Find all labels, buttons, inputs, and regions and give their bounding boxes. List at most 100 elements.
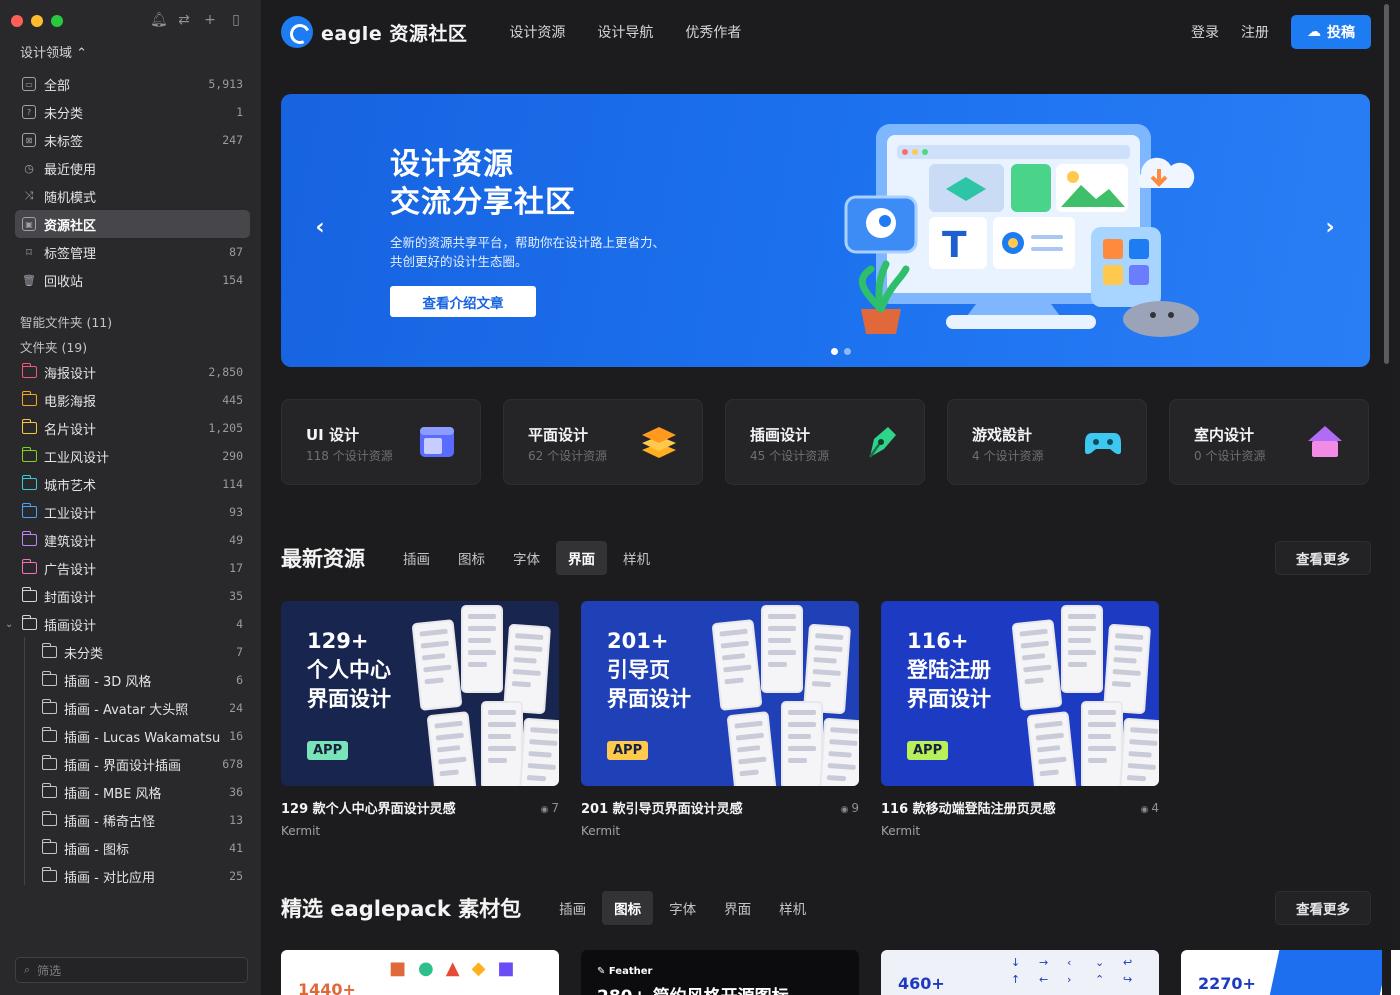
card-author[interactable]: Kermit <box>281 824 559 838</box>
card-title[interactable]: 129 款个人中心界面设计灵感 <box>281 798 456 817</box>
folder-count: 290 <box>222 449 243 463</box>
close-window-button[interactable] <box>11 15 23 27</box>
tab-0[interactable]: 插画 <box>391 541 442 575</box>
nav-design-resources[interactable]: 设计资源 <box>509 22 565 42</box>
folder-item[interactable]: 封面设计 35 <box>15 582 250 610</box>
nav-top-authors[interactable]: 优秀作者 <box>685 22 741 42</box>
tab-4[interactable]: 样机 <box>611 541 662 575</box>
resource-card[interactable]: 116+ 登陆注册 界面设计 APP 116 款移动端登陆注册页灵感 ◉ 4 Kermit <box>881 601 1159 838</box>
subfolder-item[interactable]: 插画 - 3D 风格 6 <box>35 666 250 694</box>
read-intro-button[interactable]: 查看介绍文章 <box>390 286 536 317</box>
tab-2[interactable]: 字体 <box>657 891 708 925</box>
slide-dot-2[interactable] <box>844 348 851 355</box>
folder-item[interactable]: 城市艺术 114 <box>15 470 250 498</box>
tab-3[interactable]: 界面 <box>556 541 607 575</box>
pack-card[interactable]: 460+ ↓ → ‹ ⌄ ↩ ↑ ← › ⌃ ↪ <box>881 950 1159 995</box>
subfolder-item[interactable]: 插画 - 界面设计插画 678 <box>35 750 250 778</box>
add-icon[interactable]: + <box>202 12 218 28</box>
resource-thumbnail[interactable]: 116+ 登陆注册 界面设计 APP <box>881 601 1159 786</box>
folder-item[interactable]: 名片设计 1,205 <box>15 414 250 442</box>
app-badge: APP <box>607 741 649 760</box>
folder-count: 445 <box>222 393 243 407</box>
subfolder-item[interactable]: 插画 - 对比应用 25 <box>35 862 250 890</box>
resource-card[interactable]: 201+ 引导页 界面设计 APP 201 款引导页界面设计灵感 ◉ 9 Kermit <box>581 601 859 838</box>
card-author[interactable]: Kermit <box>881 824 1159 838</box>
subfolder-item[interactable]: 插画 - MBE 风格 36 <box>35 778 250 806</box>
sidebar-item-label: 最近使用 <box>44 162 97 178</box>
login-link[interactable]: 登录 <box>1191 22 1219 42</box>
resource-card[interactable]: 129+ 个人中心 界面设计 APP 129 款个人中心界面设计灵感 ◉ 7 Kermit <box>281 601 559 838</box>
banner-title-line: 设计资源 <box>390 147 514 182</box>
prev-slide-icon[interactable]: ‹ <box>308 215 332 240</box>
folder-item[interactable]: 工业设计 93 <box>15 498 250 526</box>
tab-0[interactable]: 插画 <box>547 891 598 925</box>
card-author[interactable]: Kermit <box>581 824 859 838</box>
register-link[interactable]: 注册 <box>1241 22 1269 42</box>
expand-chevron-icon[interactable]: ⌄ <box>5 619 13 630</box>
subfolder-item[interactable]: 插画 - 稀奇古怪 13 <box>35 806 250 834</box>
tab-1[interactable]: 图标 <box>446 541 497 575</box>
category-name: 插画设计 <box>750 426 811 444</box>
subfolder-item[interactable]: 插画 - Lucas Wakamatsu 16 <box>35 722 250 750</box>
tab-4[interactable]: 样机 <box>767 891 818 925</box>
folder-item[interactable]: 电影海报 445 <box>15 386 250 414</box>
tab-1[interactable]: 图标 <box>602 891 654 925</box>
next-slide-icon[interactable]: › <box>1318 215 1342 240</box>
pack-card[interactable]: ✎ Feather 280+ 简约风格开源图标 <box>581 950 859 995</box>
folder-item[interactable]: 工业风设计 290 <box>15 442 250 470</box>
subfolder-item[interactable]: 插画 - 图标 41 <box>35 834 250 862</box>
sidebar-toggle-icon[interactable]: ▯ <box>228 12 244 28</box>
category-interior-design[interactable]: 室内设计 0 个设计资源 <box>1169 399 1369 485</box>
submit-button[interactable]: ☁︎ 投稿 <box>1291 15 1371 49</box>
nav-design-navigation[interactable]: 设计导航 <box>597 22 653 42</box>
brand-name[interactable]: eagle 资源社区 <box>321 19 467 46</box>
filter-lines-icon[interactable]: ⇄ <box>176 12 192 28</box>
folder-item[interactable]: 广告设计 17 <box>15 554 250 582</box>
folder-item[interactable]: 海报设计 2,850 <box>15 358 250 386</box>
sidebar-item-uncategorized[interactable]: ? 未分类 1 <box>15 98 250 126</box>
folder-count: 678 <box>222 757 243 771</box>
folder-count: 93 <box>229 505 243 519</box>
sidebar-item-untagged[interactable]: ⊠ 未标签 247 <box>15 126 250 154</box>
sidebar-item-random[interactable]: ⤨ 随机模式 <box>15 182 250 210</box>
folders-heading[interactable]: 文件夹 (19) <box>20 337 87 356</box>
subfolder-item[interactable]: 插画 - Avatar 大头照 24 <box>35 694 250 722</box>
category-ui-design[interactable]: UI 设计 118 个设计资源 <box>281 399 481 485</box>
resource-thumbnail[interactable]: 201+ 引导页 界面设计 APP <box>581 601 859 786</box>
view-more-button[interactable]: 查看更多 <box>1275 541 1371 575</box>
card-title[interactable]: 116 款移动端登陆注册页灵感 <box>881 798 1056 817</box>
domain-selector[interactable]: 设计领域 ⌃ <box>20 42 87 61</box>
banner-desc-line: 共创更好的设计生态圈。 <box>390 254 528 269</box>
pack-card[interactable]: 2270+ <box>1181 950 1400 995</box>
tab-3[interactable]: 界面 <box>712 891 763 925</box>
sidebar-item-community[interactable]: ▣ 资源社区 <box>15 210 250 238</box>
minimize-window-button[interactable] <box>31 15 43 27</box>
subfolder-item[interactable]: 未分类 7 <box>35 638 250 666</box>
eagle-logo-icon[interactable] <box>281 16 313 48</box>
pack-card[interactable]: 1440+ ■ ● ▲ ◆ ■ <box>281 950 559 995</box>
zoom-window-button[interactable] <box>51 15 63 27</box>
resource-thumbnail[interactable]: 129+ 个人中心 界面设计 APP <box>281 601 559 786</box>
sidebar-item-all[interactable]: ▭ 全部 5,913 <box>15 70 250 98</box>
main-scrollbar[interactable] <box>1382 0 1391 995</box>
tab-2[interactable]: 字体 <box>501 541 552 575</box>
slide-dot-1[interactable] <box>831 348 838 355</box>
phone-mockup <box>1011 619 1063 711</box>
sidebar-item-recent[interactable]: ◷ 最近使用 <box>15 154 250 182</box>
card-title[interactable]: 201 款引导页界面设计灵感 <box>581 798 743 817</box>
smart-folders-heading[interactable]: 智能文件夹 (11) <box>20 312 112 331</box>
sidebar-item-trash[interactable]: 🗑︎ 回收站 154 <box>15 266 250 294</box>
folder-item[interactable]: 建筑设计 49 <box>15 526 250 554</box>
scrollbar-thumb[interactable] <box>1384 4 1389 364</box>
category-graphic-design[interactable]: 平面设计 62 个设计资源 <box>503 399 703 485</box>
view-more-button[interactable]: 查看更多 <box>1275 891 1371 925</box>
category-count: 45 个设计资源 <box>750 449 830 463</box>
category-grid: UI 设计 118 个设计资源 平面设计 62 个设计资源 插画设计 45 个设… <box>281 399 1369 485</box>
category-illustration-design[interactable]: 插画设计 45 个设计资源 <box>725 399 925 485</box>
category-game-design[interactable]: 游戏設計 4 个设计资源 <box>947 399 1147 485</box>
sidebar-item-tags[interactable]: ⌑ 标签管理 87 <box>15 238 250 266</box>
bell-icon[interactable]: 🔔︎ <box>150 12 168 28</box>
folder-item[interactable]: ⌄ 插画设计 4 <box>5 610 250 638</box>
folder-icon <box>21 391 37 406</box>
filter-input[interactable]: ⌕ 筛选 <box>15 957 248 983</box>
